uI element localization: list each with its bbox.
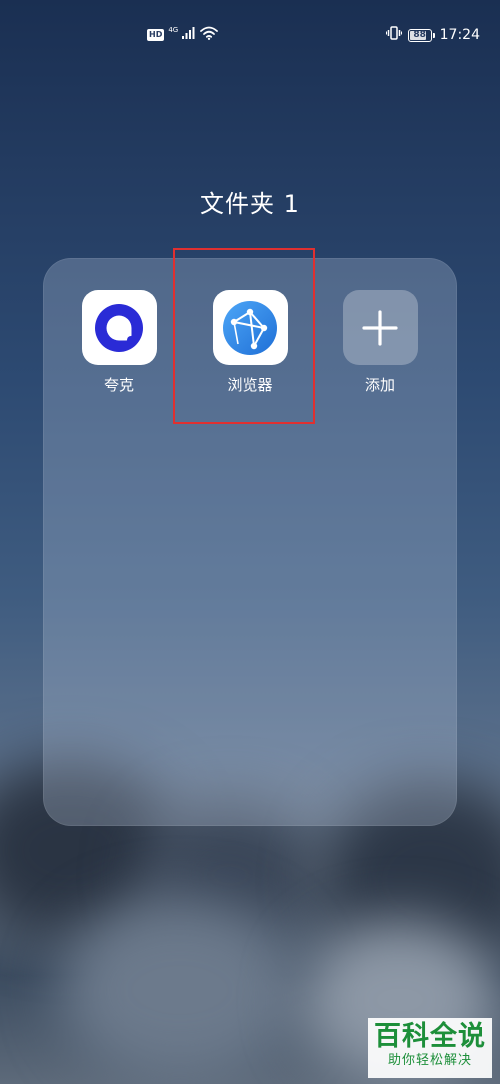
battery-level-text: 88 (413, 30, 426, 40)
status-left: HD 4G (147, 25, 219, 44)
highlight-box (173, 248, 315, 424)
wifi-icon (200, 26, 219, 44)
app-quark[interactable]: 夸克 (64, 290, 174, 395)
vibrate-icon (385, 26, 402, 44)
battery-icon: 88 (407, 28, 435, 42)
status-time: 17:24 (439, 27, 480, 43)
network-type: 4G (168, 25, 179, 34)
status-bar: HD 4G 88 17:24 (0, 24, 500, 48)
hd-badge: HD (147, 29, 165, 41)
app-label: 添加 (364, 376, 395, 394)
watermark-title: 百科全说 (374, 1021, 486, 1052)
folder-title[interactable]: 文件夹 1 (0, 184, 500, 219)
status-right: 88 17:24 (385, 26, 480, 44)
watermark-subtitle: 助你轻松解决 (387, 1053, 472, 1068)
quark-icon[interactable] (81, 290, 157, 365)
watermark-logo: 百科全说 助你轻松解决 (368, 1018, 492, 1078)
add-app-button[interactable]: 添加 (325, 290, 435, 395)
plus-icon[interactable] (342, 290, 418, 365)
battery-cap (432, 32, 435, 38)
app-label: 夸克 (103, 376, 134, 394)
signal-icon (182, 27, 196, 43)
